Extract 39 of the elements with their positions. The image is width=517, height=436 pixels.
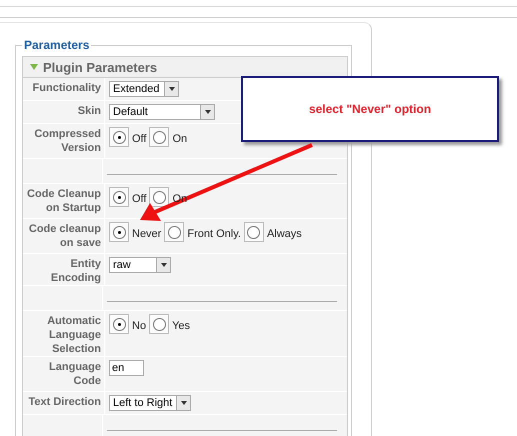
dropdown[interactable]: Default (109, 104, 215, 120)
dropdown[interactable]: Left to Right (109, 395, 191, 411)
field-label: Text Direction (28, 395, 101, 409)
input-field[interactable]: en (109, 360, 144, 376)
option-label: On (172, 133, 188, 145)
radio-button[interactable] (112, 318, 126, 330)
radio-button[interactable] (152, 318, 166, 330)
option-label: No (132, 320, 146, 332)
caret-icon (160, 263, 166, 267)
radio-button[interactable] (112, 190, 126, 204)
field-label: Language Code (48, 360, 101, 388)
dropdown[interactable]: raw (109, 257, 171, 273)
caret-icon (168, 87, 174, 91)
option-label: Front Only. (187, 228, 241, 240)
field-label: Skin (78, 104, 101, 118)
dropdown[interactable]: Extended (109, 81, 179, 97)
panel-title: Plugin Parameters (43, 60, 158, 74)
radio-button[interactable] (112, 226, 126, 238)
field-label: Compressed Version (33, 127, 101, 155)
radio-button[interactable] (152, 190, 166, 204)
option-label: Yes (172, 320, 190, 332)
field-label: Code cleanup on save (28, 222, 101, 250)
caret-icon (180, 401, 186, 405)
option-label: Never (132, 228, 162, 240)
option-label: Off (132, 133, 146, 145)
option-label: Off (132, 193, 146, 205)
field-label: Entity Encoding (50, 257, 101, 285)
radio-button[interactable] (247, 226, 260, 238)
callout-text: select "Never" option (308, 102, 432, 116)
panel-header[interactable]: Plugin Parameters (23, 57, 347, 78)
radio-button[interactable] (168, 226, 181, 238)
caret-icon (204, 110, 210, 114)
field-label: Code Cleanup on Startup (26, 187, 101, 215)
option-label: Always (266, 228, 302, 240)
field-label: Automatic Language Selection (46, 314, 101, 356)
fieldset-legend: Parameters (22, 38, 92, 52)
radio-button[interactable] (112, 130, 126, 144)
field-label: Functionality (32, 81, 101, 95)
radio-button[interactable] (152, 130, 166, 144)
